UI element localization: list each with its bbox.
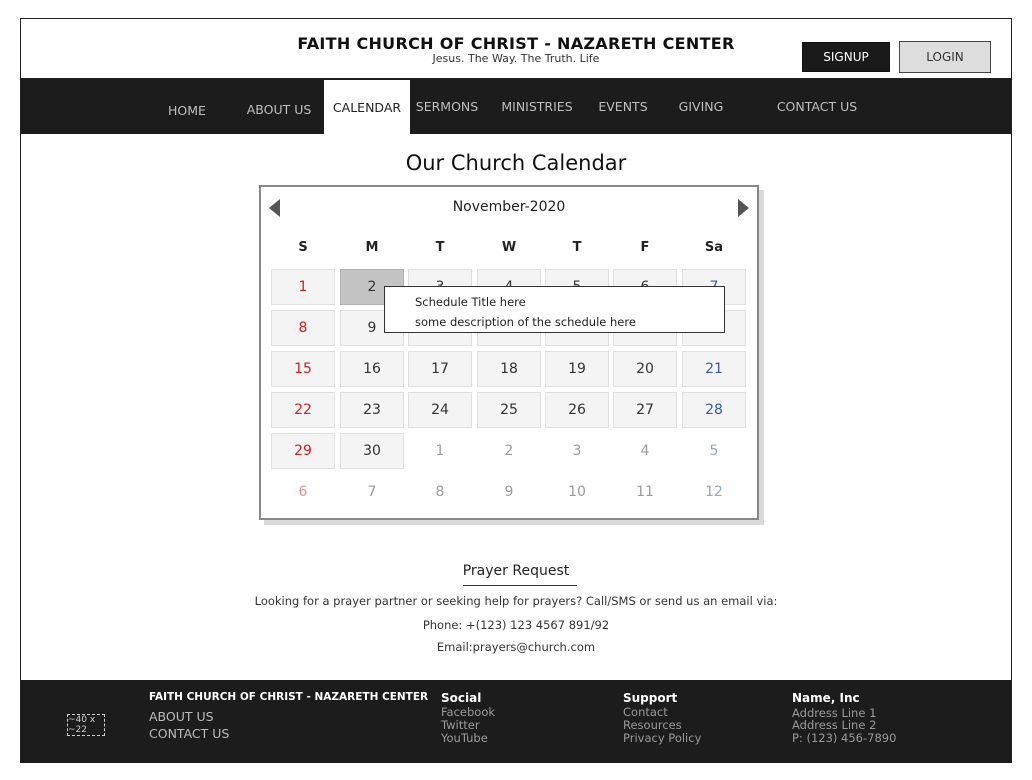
footer-link-youtube[interactable]: YouTube [441, 732, 488, 745]
footer-social-heading: Social [441, 691, 482, 705]
calendar-day[interactable]: 1 [271, 269, 335, 305]
nav-home[interactable]: HOME [149, 78, 225, 134]
calendar-day-other-month[interactable]: 8 [408, 474, 472, 510]
main-nav: HOME ABOUT US CALENDAR SERMONS MINISTRIE… [21, 78, 1011, 134]
weekday-header: Sa [704, 240, 724, 255]
calendar-day-other-month[interactable]: 6 [271, 474, 335, 510]
calendar-day-other-month[interactable]: 2 [477, 433, 541, 469]
calendar-day[interactable]: 20 [613, 351, 677, 387]
footer-link-about-us[interactable]: ABOUT US [149, 709, 214, 724]
calendar-day-other-month[interactable]: 3 [545, 433, 609, 469]
calendar-day-other-month[interactable]: 7 [340, 474, 404, 510]
calendar-day[interactable]: 18 [477, 351, 541, 387]
footer-logo-placeholder: ~40 x ~22 [67, 714, 105, 736]
schedule-title: Schedule Title here [415, 295, 526, 309]
triangle-right-icon[interactable] [738, 199, 749, 217]
calendar-day[interactable]: 25 [477, 392, 541, 428]
calendar-day-other-month[interactable]: 10 [545, 474, 609, 510]
calendar-day[interactable]: 8 [271, 310, 335, 346]
calendar-day-other-month[interactable]: 9 [477, 474, 541, 510]
footer-support-heading: Support [623, 691, 678, 705]
calendar-day[interactable]: 15 [271, 351, 335, 387]
calendar-day[interactable]: 28 [682, 392, 746, 428]
calendar-day[interactable]: 23 [340, 392, 404, 428]
login-button[interactable]: LOGIN [899, 41, 991, 73]
calendar-day[interactable]: 30 [340, 433, 404, 469]
nav-giving[interactable]: GIVING [669, 78, 733, 134]
footer-phone: P: (123) 456-7890 [792, 731, 897, 745]
footer-company-heading: Name, Inc [792, 691, 860, 705]
calendar-day-other-month[interactable]: 12 [682, 474, 746, 510]
footer-link-privacy-policy[interactable]: Privacy Policy [623, 732, 701, 745]
calendar-day[interactable]: 21 [682, 351, 746, 387]
calendar-day-other-month[interactable]: 5 [682, 433, 746, 469]
nav-sermons[interactable]: SERMONS [411, 78, 483, 134]
weekday-header: F [640, 240, 650, 255]
calendar-day[interactable]: 29 [271, 433, 335, 469]
nav-calendar[interactable]: CALENDAR [324, 80, 410, 134]
calendar-day[interactable]: 19 [545, 351, 609, 387]
calendar-day[interactable]: 16 [340, 351, 404, 387]
prayer-title-underline [463, 585, 577, 586]
calendar-day[interactable]: 22 [271, 392, 335, 428]
weekday-header: W [501, 240, 517, 255]
weekday-header: T [435, 240, 445, 255]
nav-about-us[interactable]: ABOUT US [241, 78, 317, 134]
weekday-header: T [572, 240, 582, 255]
calendar-day-other-month[interactable]: 4 [613, 433, 677, 469]
page-title: Our Church Calendar [405, 151, 627, 175]
footer-link-contact-us[interactable]: CONTACT US [149, 726, 229, 741]
signup-button[interactable]: SIGNUP [802, 42, 890, 72]
prayer-phone: Phone: +(123) 123 4567 891/92 [422, 618, 610, 632]
calendar-day[interactable]: 27 [613, 392, 677, 428]
prayer-request-title: Prayer Request [462, 563, 570, 579]
weekday-header: S [298, 240, 308, 255]
schedule-description: some description of the schedule here [415, 315, 636, 329]
nav-events[interactable]: EVENTS [591, 78, 655, 134]
calendar-day[interactable]: 17 [408, 351, 472, 387]
nav-contact-us[interactable]: CONTACT US [769, 78, 865, 134]
calendar-day-other-month[interactable]: 11 [613, 474, 677, 510]
calendar-month-label: November-2020 [452, 199, 566, 215]
prayer-email[interactable]: Email:prayers@church.com [0, 640, 1032, 654]
calendar-day[interactable]: 24 [408, 392, 472, 428]
weekday-header: M [365, 240, 379, 255]
calendar-day-other-month[interactable]: 1 [408, 433, 472, 469]
schedule-tooltip: Schedule Title here some description of … [384, 286, 725, 333]
calendar-day[interactable]: 26 [545, 392, 609, 428]
footer-brand: FAITH CHURCH OF CHRIST - NAZARETH CENTER [149, 691, 429, 703]
nav-ministries[interactable]: MINISTRIES [492, 78, 582, 134]
prayer-request-text: Looking for a prayer partner or seeking … [254, 594, 778, 608]
calendar-widget: November-2020 SMTWTFSa123456789101112131… [259, 185, 759, 520]
